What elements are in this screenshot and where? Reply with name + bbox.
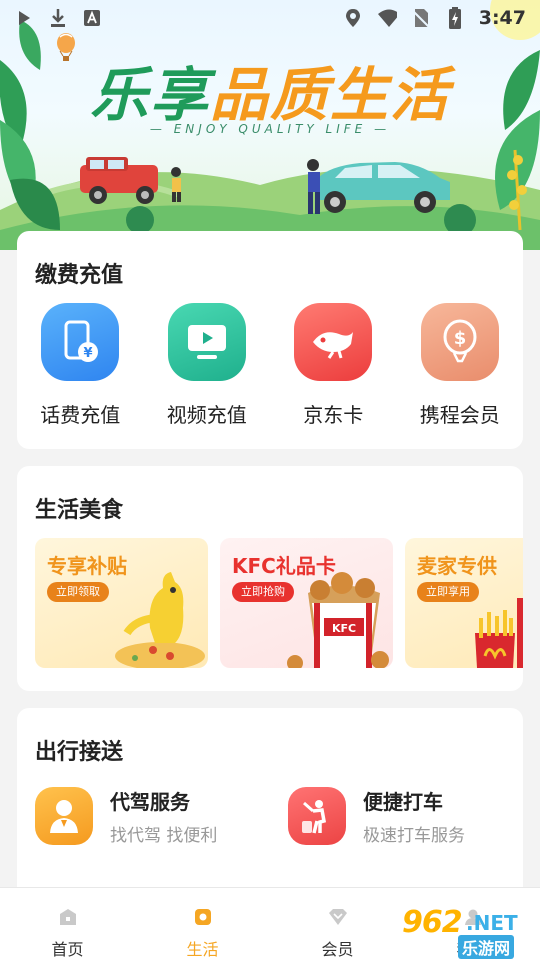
food-title: 生活美食: [35, 498, 124, 523]
food-card: 生活美食 专享补贴 立即领取 KFC KFC礼品卡 立即抢购 麦家专供 立即享用: [17, 466, 523, 691]
travel-item-subtitle: 找代驾 找便利: [110, 826, 218, 846]
nav-label-home: 首页: [51, 940, 84, 959]
pay-item-phone[interactable]: ¥ 话费充值: [17, 303, 144, 428]
nav-item-profile[interactable]: 我的: [405, 888, 540, 960]
pay-label-ctrip: 携程会员: [419, 403, 500, 427]
food-tile-title: 专享补贴: [47, 554, 127, 578]
home-icon: [57, 906, 79, 928]
video-recharge-icon: [167, 303, 246, 381]
balloon-icon: [57, 33, 75, 61]
travel-item-subtitle: 极速打车服务: [363, 826, 465, 846]
food-tile-kfc[interactable]: KFC KFC礼品卡 立即抢购: [220, 538, 393, 668]
wifi-icon: [377, 8, 397, 28]
buy-now-button[interactable]: 立即抢购: [232, 582, 294, 602]
claim-now-button[interactable]: 立即领取: [47, 582, 109, 602]
travel-title: 出行接送: [35, 740, 124, 765]
food-carousel[interactable]: 专享补贴 立即领取 KFC KFC礼品卡 立即抢购 麦家专供 立即享用: [35, 538, 523, 668]
payment-card: 缴费充值 ¥ 话费充值 视频充值 京东卡 $ 携程会员: [17, 231, 523, 449]
no-sim-icon: [411, 8, 431, 28]
pay-item-ctrip[interactable]: $ 携程会员: [397, 303, 524, 428]
travel-item-title: 代驾服务: [110, 790, 190, 814]
pay-label-video: 视频充值: [166, 403, 247, 427]
profile-icon: [462, 906, 484, 928]
payment-title: 缴费充值: [35, 263, 124, 288]
nav-item-life[interactable]: 生活: [135, 888, 270, 960]
hero-title-part1: 乐享: [89, 61, 210, 129]
hero-title: 乐享品质生活: [0, 48, 540, 132]
food-tile-subsidy[interactable]: 专享补贴 立即领取: [35, 538, 208, 668]
life-icon: [192, 906, 214, 928]
nav-label-life: 生活: [186, 940, 219, 959]
nav-label-member: 会员: [321, 940, 354, 959]
svg-text:$: $: [453, 328, 466, 349]
travel-item-taxi[interactable]: 便捷打车 极速打车服务: [288, 786, 465, 846]
pay-item-jd[interactable]: 京东卡: [270, 303, 397, 428]
member-icon: [327, 906, 349, 928]
nav-item-member[interactable]: 会员: [270, 888, 405, 960]
travel-item-driver[interactable]: 代驾服务 找代驾 找便利: [35, 786, 217, 846]
driver-icon: [35, 787, 93, 845]
phone-recharge-icon: ¥: [41, 303, 120, 381]
status-bar: 3:47: [0, 0, 540, 36]
ctrip-member-icon: $: [420, 303, 499, 381]
pay-label-jd: 京东卡: [303, 403, 364, 427]
hero-subtitle: — ENJOY QUALITY LIFE —: [149, 122, 391, 136]
hero-title-part2: 品质生活: [210, 61, 451, 129]
font-icon: [82, 8, 102, 28]
taxi-icon: [288, 787, 346, 845]
pay-item-video[interactable]: 视频充值: [144, 303, 271, 428]
bottom-nav: 首页 生活 会员 我的: [0, 887, 540, 960]
nav-label-profile: 我的: [456, 940, 489, 959]
food-tile-title: KFC礼品卡: [232, 554, 336, 578]
pay-label-phone: 话费充值: [40, 403, 121, 427]
jd-card-icon: [294, 303, 373, 381]
svg-text:¥: ¥: [84, 346, 93, 361]
location-icon: [343, 8, 363, 28]
nav-item-home[interactable]: 首页: [0, 888, 135, 960]
travel-item-title: 便捷打车: [363, 790, 443, 814]
svg-text:KFC: KFC: [332, 622, 356, 635]
food-tile-mcd[interactable]: 麦家专供 立即享用: [405, 538, 523, 668]
food-tile-title: 麦家专供: [417, 554, 497, 578]
enjoy-now-button[interactable]: 立即享用: [417, 582, 479, 602]
travel-card: 出行接送 代驾服务 找代驾 找便利 便捷打车 极速打车服务: [17, 708, 523, 908]
status-time: 3:47: [478, 7, 526, 29]
play-icon: [14, 8, 34, 28]
hero-banner: 乐享品质生活 — ENJOY QUALITY LIFE —: [0, 0, 540, 250]
download-icon: [48, 8, 68, 28]
battery-charging-icon: [445, 7, 465, 29]
